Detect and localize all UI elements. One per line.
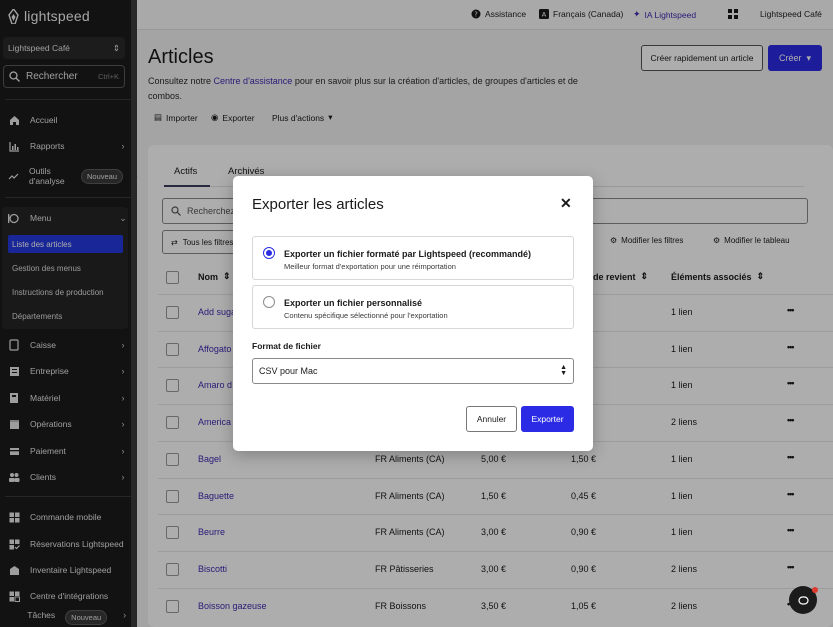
export-confirm-button[interactable]: Exporter [521,406,574,432]
export-option-lightspeed[interactable]: Exporter un fichier formaté par Lightspe… [252,236,574,280]
chevron-updown-icon: ▲ ▼ [560,364,567,377]
radio-unselected[interactable] [263,296,275,308]
close-icon[interactable]: ✕ [560,195,572,212]
export-modal: Exporter les articles ✕ Exporter un fich… [233,176,593,451]
option-title: Exporter un fichier personnalisé [284,298,423,308]
chat-icon [797,595,809,605]
file-format-value: CSV pour Mac [259,366,318,376]
option-title: Exporter un fichier formaté par Lightspe… [284,249,532,259]
modal-title: Exporter les articles [252,196,384,213]
option-description: Meilleur format d'exportation pour une r… [284,262,456,271]
export-option-custom[interactable]: Exporter un fichier personnalisé Contenu… [252,285,574,329]
option-description: Contenu spécifique sélectionné pour l'ex… [284,311,448,320]
notification-dot [812,587,818,593]
file-format-label: Format de fichier [252,341,321,351]
cancel-button[interactable]: Annuler [466,406,517,432]
radio-selected[interactable] [263,247,275,259]
file-format-select[interactable]: CSV pour Mac ▲ ▼ [252,358,574,384]
